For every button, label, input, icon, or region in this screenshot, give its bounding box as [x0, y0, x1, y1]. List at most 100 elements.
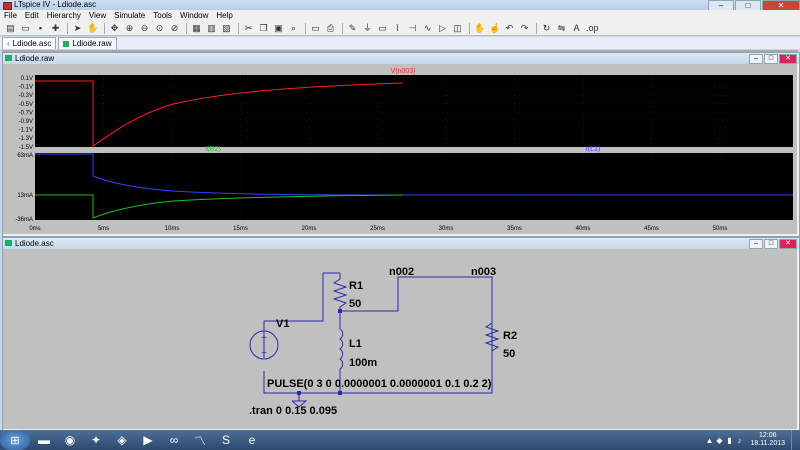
- voltage-pane[interactable]: [35, 75, 793, 147]
- redo-icon[interactable]: ↷: [518, 22, 531, 35]
- schematic-close-button[interactable]: ✕: [779, 239, 797, 249]
- control-panel-icon[interactable]: ✚: [49, 22, 62, 35]
- rotate-icon[interactable]: ↻: [540, 22, 553, 35]
- volume-icon[interactable]: ♪: [734, 436, 744, 445]
- menu-edit[interactable]: Edit: [21, 10, 43, 21]
- menu-view[interactable]: View: [85, 10, 110, 21]
- waveform-maximize-button[interactable]: □: [764, 54, 778, 64]
- zoom-cancel-icon[interactable]: ⊘: [168, 22, 181, 35]
- y-tick-label: -0.1V: [19, 85, 33, 91]
- pan-icon[interactable]: ✥: [108, 22, 121, 35]
- v1-name[interactable]: V1: [276, 318, 289, 330]
- tray-icon[interactable]: ◆: [714, 436, 724, 445]
- spice-directive-icon[interactable]: .op: [585, 22, 599, 35]
- show-desktop-button[interactable]: [791, 430, 800, 450]
- junction-dot: [338, 391, 342, 395]
- component-icon[interactable]: ◫: [451, 22, 464, 35]
- r1-value[interactable]: 50: [349, 298, 361, 310]
- tran-directive[interactable]: .tran 0 0.15 0.095: [249, 405, 337, 417]
- y-tick-label: -0.3V: [19, 93, 33, 99]
- clock[interactable]: 12:06 18.11.2013: [750, 432, 785, 448]
- waveform-minimize-button[interactable]: –: [749, 54, 763, 64]
- net-label-n002[interactable]: n002: [389, 266, 414, 278]
- start-button[interactable]: ⊞: [0, 430, 30, 450]
- junction-dot: [338, 309, 342, 313]
- x-tick-label: 20ms: [302, 226, 317, 232]
- menu-tools[interactable]: Tools: [149, 10, 176, 21]
- move-icon[interactable]: ✋: [473, 22, 486, 35]
- tab-ldiode-raw[interactable]: Ldiode.raw: [58, 37, 117, 49]
- save-icon[interactable]: ▪: [34, 22, 47, 35]
- pulse-app-icon[interactable]: 〽: [188, 431, 212, 449]
- zoom-out-icon[interactable]: ⊖: [138, 22, 151, 35]
- toolbar-separator: [342, 22, 343, 34]
- visual-studio-icon[interactable]: ∞: [162, 431, 186, 449]
- capacitor-icon[interactable]: ⊣: [406, 22, 419, 35]
- label-icon[interactable]: ▭: [376, 22, 389, 35]
- menu-simulate[interactable]: Simulate: [110, 10, 149, 21]
- find-icon[interactable]: ⌕: [287, 22, 300, 35]
- cascade-icon[interactable]: ▧: [220, 22, 233, 35]
- skype-icon[interactable]: S: [214, 431, 238, 449]
- diode-icon[interactable]: ▷: [436, 22, 449, 35]
- resistor-icon[interactable]: ⌇: [391, 22, 404, 35]
- r1-name[interactable]: R1: [349, 280, 363, 292]
- text-icon[interactable]: A: [570, 22, 583, 35]
- tool-icon[interactable]: ✦: [84, 431, 108, 449]
- halt-icon[interactable]: ✋: [86, 22, 99, 35]
- run-icon[interactable]: ➤: [71, 22, 84, 35]
- menu-help[interactable]: Help: [212, 10, 236, 21]
- media-icon[interactable]: ▶: [136, 431, 160, 449]
- waveform-plot[interactable]: V(n003) 0.1V -0.1V -0.3V -0.5V -0.7V -0.9V -1.…: [3, 64, 797, 234]
- print-setup-icon[interactable]: ▭: [309, 22, 322, 35]
- net-label-n003[interactable]: n003: [471, 266, 496, 278]
- explorer-icon[interactable]: e: [240, 431, 264, 449]
- taskbar: ⊞ ▬ ◉ ✦ ◈ ▶ ∞ 〽 Se ▲ ◆ ▮ ♪ 12:06 18.11.2013: [0, 430, 800, 450]
- menu-window[interactable]: Window: [176, 10, 212, 21]
- l1-value[interactable]: 100m: [349, 357, 377, 369]
- copy-icon[interactable]: ❐: [257, 22, 270, 35]
- chrome-icon[interactable]: ◉: [58, 431, 82, 449]
- menu-hierarchy[interactable]: Hierarchy: [43, 10, 85, 21]
- y-tick-label: -0.5V: [19, 102, 33, 108]
- mirror-icon[interactable]: ⇋: [555, 22, 568, 35]
- toolbar-separator: [305, 22, 306, 34]
- waveform-window-titlebar[interactable]: Ldiode.raw – □ ✕: [3, 53, 799, 64]
- toolbar-separator: [536, 22, 537, 34]
- wire-icon[interactable]: ✎: [346, 22, 359, 35]
- schematic-maximize-button[interactable]: □: [764, 239, 778, 249]
- trace-label-il1[interactable]: I(L1): [586, 146, 600, 153]
- network-icon[interactable]: ▮: [724, 436, 734, 445]
- r2-name[interactable]: R2: [503, 330, 517, 342]
- cut-icon[interactable]: ✂: [242, 22, 255, 35]
- schematic-canvas[interactable]: R1 50 L1 100m R2 50 + − V1 PULSE(0 3 0 0…: [3, 249, 797, 429]
- trace-label-ir2[interactable]: I(R2): [205, 146, 221, 153]
- waveform-close-button[interactable]: ✕: [779, 54, 797, 64]
- zoom-in-icon[interactable]: ⊕: [123, 22, 136, 35]
- menu-file[interactable]: File: [0, 10, 21, 21]
- print-icon[interactable]: ⎙: [324, 22, 337, 35]
- tab-ldiode-asc[interactable]: ‹ Ldiode.asc: [2, 37, 57, 49]
- tile-horizontal-icon[interactable]: ▦: [190, 22, 203, 35]
- zoom-fit-icon[interactable]: ⊙: [153, 22, 166, 35]
- v1-value[interactable]: PULSE(0 3 0 0.0000001 0.0000001 0.1 0.2 …: [267, 378, 492, 390]
- trace-label-vn003[interactable]: V(n003): [391, 68, 416, 75]
- schematic-window-titlebar[interactable]: Ldiode.asc – □ ✕: [3, 238, 799, 249]
- paste-icon[interactable]: ▣: [272, 22, 285, 35]
- undo-icon[interactable]: ↶: [503, 22, 516, 35]
- tile-vertical-icon[interactable]: ▥: [205, 22, 218, 35]
- current-pane[interactable]: [35, 153, 793, 220]
- open-icon[interactable]: ▭: [19, 22, 32, 35]
- new-schematic-icon[interactable]: ▤: [4, 22, 17, 35]
- ground-icon[interactable]: ⏚: [361, 22, 374, 35]
- tab-close-icon[interactable]: ‹: [7, 38, 10, 49]
- toolbar-separator: [238, 22, 239, 34]
- l1-name[interactable]: L1: [349, 338, 362, 350]
- drag-icon[interactable]: ☝: [488, 22, 501, 35]
- app-icon[interactable]: ◈: [110, 431, 134, 449]
- folder-icon[interactable]: ▬: [32, 431, 56, 449]
- inductor-icon[interactable]: ∿: [421, 22, 434, 35]
- schematic-minimize-button[interactable]: –: [749, 239, 763, 249]
- r2-value[interactable]: 50: [503, 348, 515, 360]
- tray-icon[interactable]: ▲: [704, 436, 714, 445]
